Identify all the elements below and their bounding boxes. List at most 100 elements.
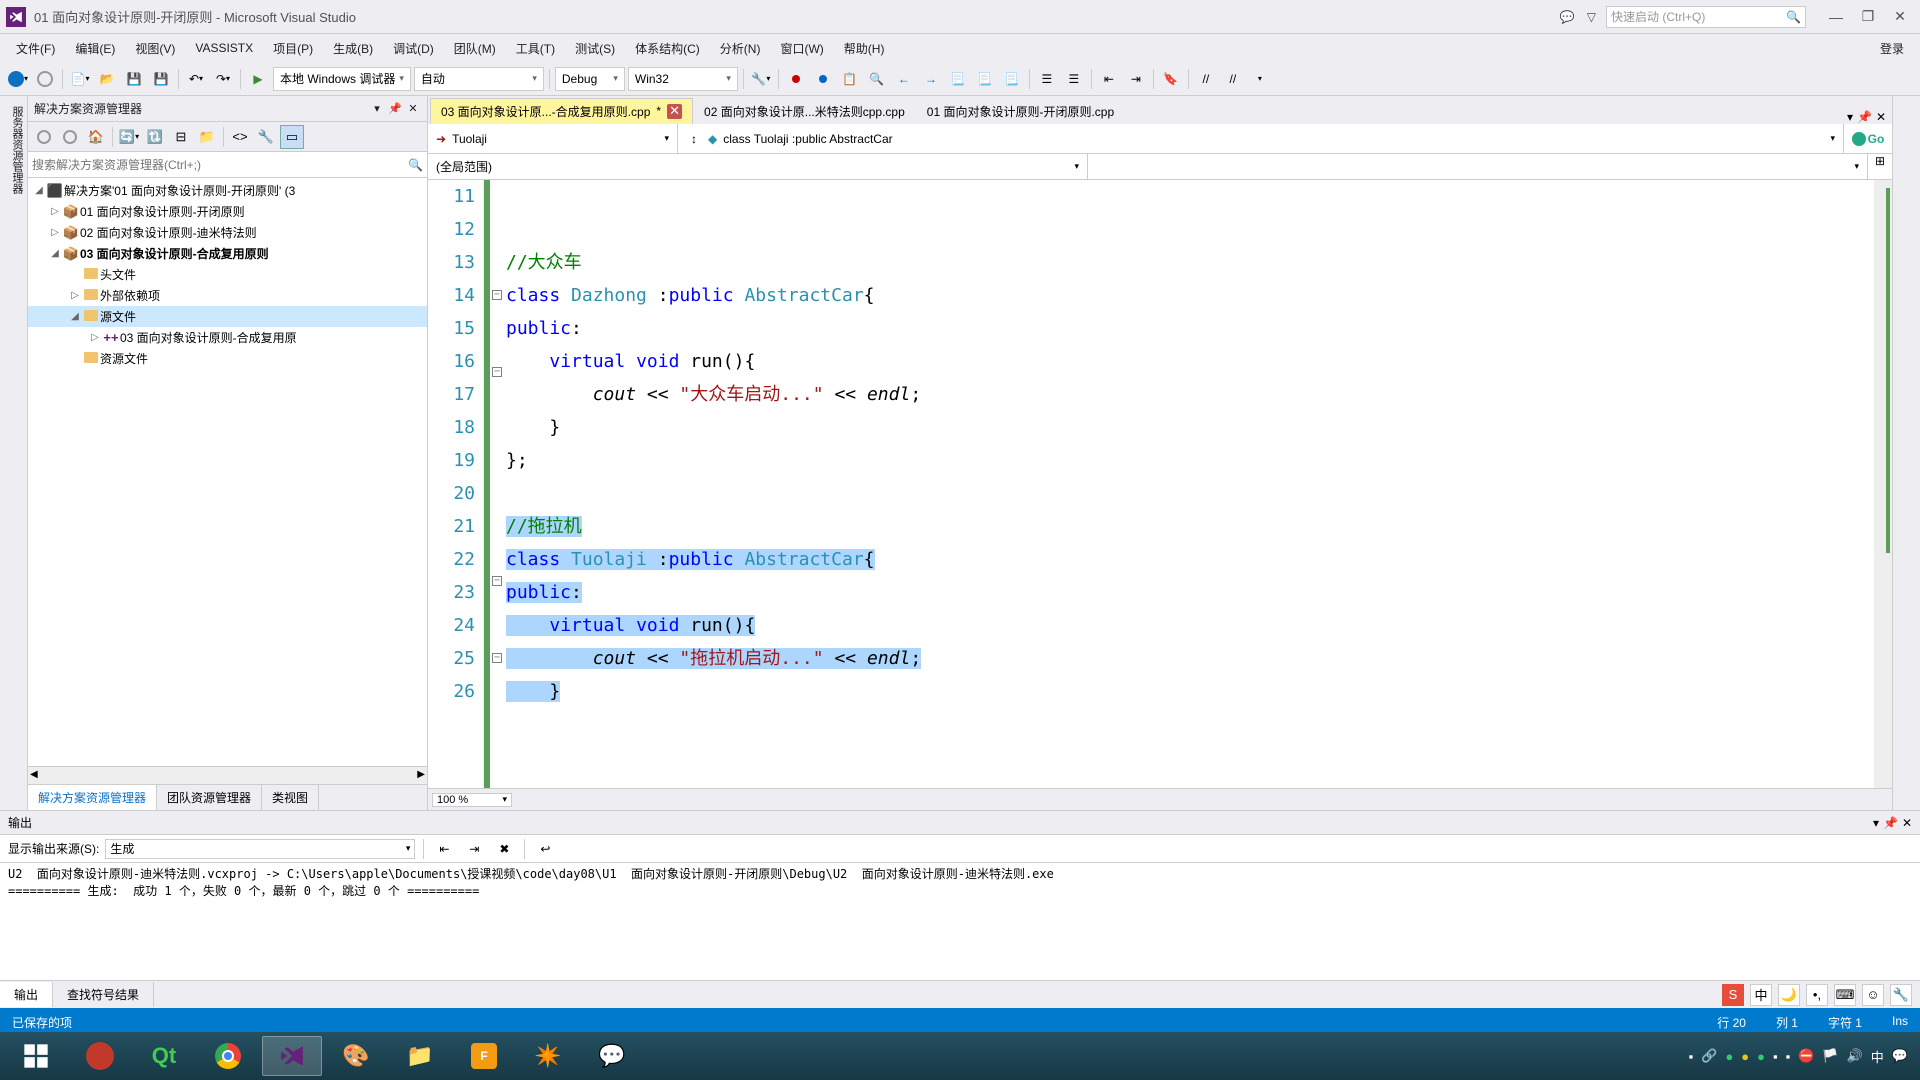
- se-fwd[interactable]: [58, 125, 82, 149]
- go-button[interactable]: Go: [1844, 124, 1892, 153]
- tb-icon-1[interactable]: 🔧▾: [749, 67, 773, 91]
- back-button[interactable]: ▾: [6, 67, 30, 91]
- doc-tab-02[interactable]: 02 面向对象设计原...米特法则cpp.cpp: [693, 98, 916, 124]
- tb-icon-3[interactable]: 🔍: [865, 67, 889, 91]
- tray-flag-icon[interactable]: 🏳️: [1822, 1048, 1838, 1064]
- split-icon[interactable]: ⊞: [1868, 154, 1892, 179]
- output-source-dropdown[interactable]: 生成▾: [105, 839, 415, 859]
- tray-lang-icon[interactable]: 中: [1871, 1047, 1884, 1066]
- task-record[interactable]: [70, 1036, 130, 1076]
- sogou-icon[interactable]: S: [1722, 984, 1744, 1006]
- project-03[interactable]: ◢📦03 面向对象设计原则-合成复用原则: [28, 243, 427, 264]
- project-02[interactable]: ▷📦02 面向对象设计原则-迪米特法则: [28, 222, 427, 243]
- fold-column[interactable]: −−−−: [490, 180, 504, 788]
- restore-button[interactable]: ❐: [1854, 7, 1882, 27]
- quick-launch-input[interactable]: 快速启动 (Ctrl+Q) 🔍: [1606, 6, 1806, 28]
- task-foxit[interactable]: F: [454, 1036, 514, 1076]
- feedback-icon[interactable]: 💬: [1560, 10, 1575, 24]
- open-button[interactable]: 📂: [95, 67, 119, 91]
- menu-test[interactable]: 测试(S): [567, 36, 623, 61]
- menu-arch[interactable]: 体系结构(C): [627, 36, 708, 61]
- tb-icon-8[interactable]: ☰: [1062, 67, 1086, 91]
- file-03cpp[interactable]: ▷++03 面向对象设计原则-合成复用原: [28, 327, 427, 348]
- tray-icon[interactable]: ●: [1725, 1049, 1733, 1064]
- tb-comment[interactable]: //: [1194, 67, 1218, 91]
- ime-settings-icon[interactable]: 🔧: [1890, 984, 1912, 1006]
- solution-search[interactable]: 🔍: [28, 152, 427, 178]
- menu-tools[interactable]: 工具(T): [508, 36, 563, 61]
- solution-search-input[interactable]: [32, 158, 408, 172]
- tb-icon-7[interactable]: ☰: [1035, 67, 1059, 91]
- vertical-scrollbar[interactable]: [1874, 180, 1892, 788]
- folder-external[interactable]: ▷外部依赖项: [28, 285, 427, 306]
- tray-icon[interactable]: ▪: [1689, 1049, 1694, 1064]
- ime-lang[interactable]: 中: [1750, 984, 1772, 1006]
- tb-more[interactable]: ▾: [1248, 67, 1272, 91]
- task-chrome[interactable]: [198, 1036, 258, 1076]
- menu-build[interactable]: 生成(B): [325, 36, 381, 61]
- se-props[interactable]: 🔧: [254, 125, 278, 149]
- menu-team[interactable]: 团队(M): [446, 36, 504, 61]
- se-showall[interactable]: 📁: [195, 125, 219, 149]
- folder-headers[interactable]: 头文件: [28, 264, 427, 285]
- se-home[interactable]: 🏠: [84, 125, 108, 149]
- tb-icon-4[interactable]: 📃: [946, 67, 970, 91]
- folder-resource[interactable]: 资源文件: [28, 348, 427, 369]
- code-body[interactable]: //大众车class Dazhong :public AbstractCar{p…: [504, 180, 1874, 788]
- bottom-tab-output[interactable]: 输出: [0, 982, 53, 1007]
- task-app1[interactable]: ✴️: [518, 1036, 578, 1076]
- menu-file[interactable]: 文件(F): [8, 36, 63, 61]
- se-back[interactable]: [32, 125, 56, 149]
- debugger-dropdown[interactable]: 本地 Windows 调试器▾: [273, 67, 411, 91]
- ime-keyboard-icon[interactable]: ⌨: [1834, 984, 1856, 1006]
- ime-moon-icon[interactable]: 🌙: [1778, 984, 1800, 1006]
- close-icon[interactable]: ✕: [667, 104, 682, 119]
- tb-indent-in[interactable]: ⇥: [1124, 67, 1148, 91]
- minimize-button[interactable]: —: [1822, 7, 1850, 27]
- panel-dropdown-icon[interactable]: ▾: [369, 101, 385, 117]
- folder-source[interactable]: ◢源文件: [28, 306, 427, 327]
- panel-pin-icon[interactable]: 📌: [387, 101, 403, 117]
- tray-icon[interactable]: ●: [1757, 1049, 1765, 1064]
- task-paint[interactable]: 🎨: [326, 1036, 386, 1076]
- out-tb-2[interactable]: ⇥: [462, 837, 486, 861]
- ime-punct-icon[interactable]: •,: [1806, 984, 1828, 1006]
- menu-edit[interactable]: 编辑(E): [67, 36, 123, 61]
- solution-hscroll[interactable]: ◀ ▶: [28, 766, 427, 784]
- output-dropdown-icon[interactable]: ▾: [1873, 816, 1879, 830]
- start-debug-button[interactable]: ▶: [246, 67, 270, 91]
- tray-icon[interactable]: ▪: [1773, 1049, 1778, 1064]
- close-all-icon[interactable]: ✕: [1876, 110, 1886, 124]
- ime-emoji-icon[interactable]: ☺: [1862, 984, 1884, 1006]
- se-code[interactable]: <>: [228, 125, 252, 149]
- filter-icon[interactable]: ▽: [1587, 10, 1596, 24]
- tb-bookmark[interactable]: 🔖: [1159, 67, 1183, 91]
- zoom-dropdown[interactable]: 100 %▾: [432, 793, 512, 807]
- close-button[interactable]: ✕: [1886, 7, 1914, 27]
- tray-icon[interactable]: ⛔: [1798, 1048, 1814, 1064]
- tab-solution-explorer[interactable]: 解决方案资源管理器: [28, 785, 157, 810]
- menu-help[interactable]: 帮助(H): [836, 36, 893, 61]
- tb-icon-5[interactable]: 📃: [973, 67, 997, 91]
- solution-root[interactable]: ◢⬛解决方案'01 面向对象设计原则-开闭原则' (3: [28, 180, 427, 201]
- server-explorer-tab[interactable]: 服务器资源管理器: [7, 102, 27, 810]
- login-link[interactable]: 登录: [1872, 36, 1912, 61]
- menu-project[interactable]: 项目(P): [265, 36, 321, 61]
- task-visualstudio[interactable]: [262, 1036, 322, 1076]
- task-explorer[interactable]: 📁: [390, 1036, 450, 1076]
- se-sync[interactable]: 🔃: [143, 125, 167, 149]
- tb-prev[interactable]: ←: [892, 67, 916, 91]
- menu-vassistx[interactable]: VASSISTX: [187, 37, 261, 59]
- menu-window[interactable]: 窗口(W): [772, 36, 831, 61]
- doc-tab-03[interactable]: 03 面向对象设计原...-合成复用原则.cpp * ✕: [430, 98, 693, 124]
- tab-team-explorer[interactable]: 团队资源管理器: [157, 785, 262, 810]
- tray-action-icon[interactable]: 💬: [1892, 1048, 1908, 1064]
- new-file-button[interactable]: 📄▾: [68, 67, 92, 91]
- nav-member-dropdown[interactable]: ↕ ◆ class Tuolaji :public AbstractCar ▾: [678, 124, 1844, 153]
- tab-class-view[interactable]: 类视图: [262, 785, 319, 810]
- redo-button[interactable]: ↷▾: [211, 67, 235, 91]
- member-dropdown[interactable]: ▾: [1088, 154, 1868, 179]
- nav-type-dropdown[interactable]: ➜ Tuolaji ▾: [428, 124, 678, 153]
- out-tb-3[interactable]: ✖: [492, 837, 516, 861]
- tb-next[interactable]: →: [919, 67, 943, 91]
